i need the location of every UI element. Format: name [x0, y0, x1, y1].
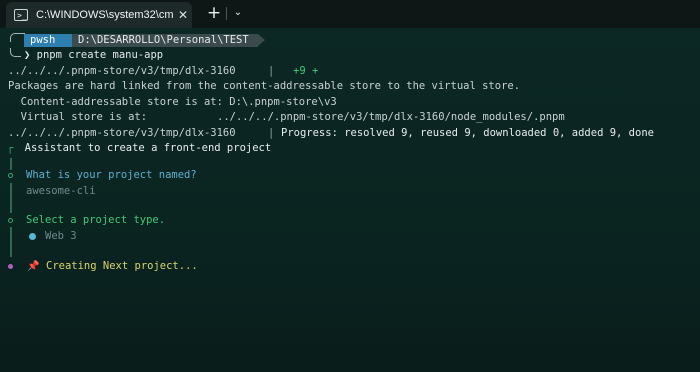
store-path: ../../../.pnpm-store/v3/tmp/dlx-3160 [8, 126, 236, 139]
creating-status: Creating Next project... [46, 260, 198, 272]
rail-segment [10, 227, 12, 257]
separator: | [268, 64, 275, 77]
rail-segment [10, 183, 12, 213]
virtual-store-label: Virtual store is at: [8, 111, 148, 123]
command-line: ❯ pnpm create manu-app [0, 48, 700, 64]
titlebar-divider [226, 7, 227, 20]
shell-segment: pwsh [24, 34, 72, 47]
progress-text: Progress: resolved 9, reused 9, download… [281, 126, 654, 139]
prompt-segments: pwsh D:\DESARROLLO\Personal\TEST [0, 32, 700, 48]
path-segment: D:\DESARROLLO\Personal\TEST [72, 34, 258, 47]
tab-title: C:\WINDOWS\system32\cmd.e [36, 9, 174, 21]
output-line: Content-addressable store is at: D:\.pnp… [0, 95, 700, 111]
step-bullet-active [8, 264, 13, 269]
answer-project-type: Web 3 [45, 230, 77, 242]
terminal-output: pwsh D:\DESARROLLO\Personal\TEST ❯ pnpm … [0, 32, 700, 157]
rail-segment [10, 158, 12, 170]
output-line: Packages are hard linked from the conten… [0, 79, 700, 95]
pin-icon: 📌 [27, 261, 40, 272]
segment-arrow [258, 34, 265, 46]
terminal-window: >_ C:\WINDOWS\system32\cmd.e ✕ + ⌄ pwsh … [0, 0, 700, 372]
terminal-icon: >_ [14, 9, 28, 21]
tab-cmd[interactable]: >_ C:\WINDOWS\system32\cmd.e ✕ [6, 2, 192, 28]
step-bullet [8, 173, 13, 178]
close-icon[interactable]: ✕ [178, 8, 188, 22]
step-bullet [8, 218, 13, 223]
prompt-corner-bottom [10, 48, 21, 57]
output-line: Virtual store is at: ../../../.pnpm-stor… [0, 110, 700, 126]
store-path: ../../../.pnpm-store/v3/tmp/dlx-3160 [8, 64, 236, 77]
separator: | [268, 126, 275, 139]
hard-linked-text: Packages are hard linked from the conten… [8, 80, 521, 92]
virtual-store-path: ../../../.pnpm-store/v3/tmp/dlx-3160/nod… [217, 111, 565, 123]
command-text: pnpm create manu-app [36, 49, 164, 61]
chevron-down-icon[interactable]: ⌄ [232, 5, 244, 21]
prompt-corner-top [10, 33, 25, 42]
output-line: ../../../.pnpm-store/v3/tmp/dlx-3160 | P… [0, 126, 700, 142]
prompt-chevron-icon: ❯ [24, 49, 31, 61]
question-project-type: Select a project type. [26, 214, 166, 226]
answer-project-name: awesome-cli [26, 185, 96, 197]
title-bar: >_ C:\WINDOWS\system32\cmd.e ✕ + ⌄ [0, 0, 700, 28]
selected-radio-icon [29, 233, 36, 240]
cli-title: Assistant to create a front-end project [12, 142, 272, 154]
progress-plus: +9 + [293, 64, 319, 77]
output-line: ../../../.pnpm-store/v3/tmp/dlx-3160 | +… [0, 64, 700, 80]
question-project-name: What is your project named? [26, 169, 197, 181]
content-store-text: Content-addressable store is at: D:\.pnp… [8, 95, 337, 108]
cli-title-line: ┌ Assistant to create a front-end projec… [0, 141, 700, 157]
new-tab-button[interactable]: + [205, 4, 223, 22]
